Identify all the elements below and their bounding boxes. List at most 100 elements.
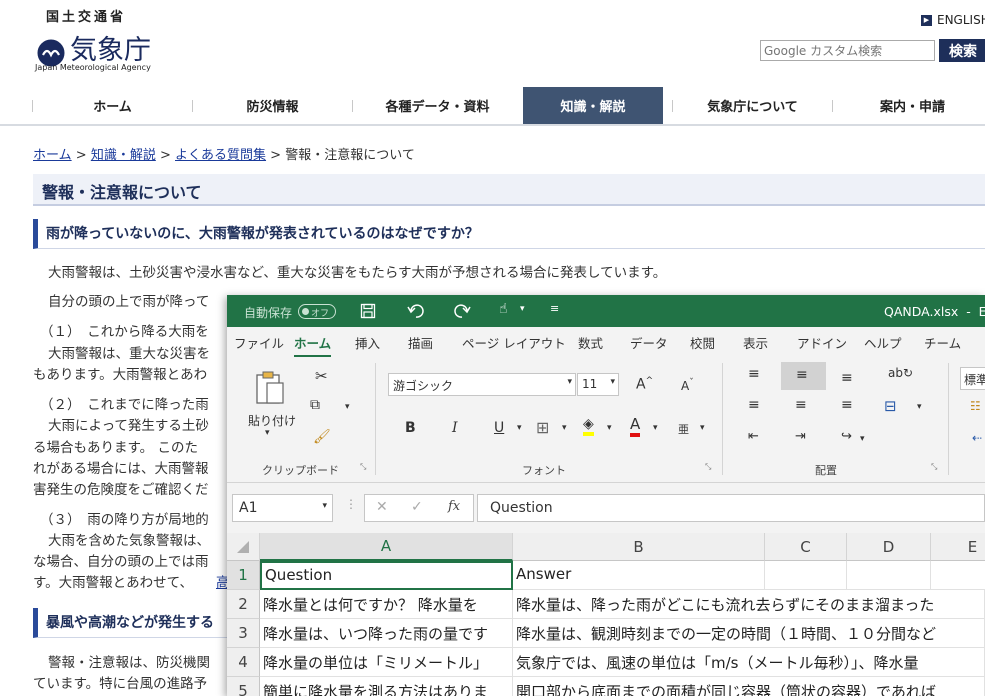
nav-home[interactable]: ホーム [33,87,192,124]
tab-file[interactable]: ファイル [234,333,284,352]
tab-page-layout[interactable]: ページ レイアウト [462,333,566,352]
redo-icon[interactable] [453,303,471,319]
column-header-e[interactable]: E [931,533,985,561]
orientation-icon[interactable]: ab↻ [888,366,913,380]
align-bottom-icon[interactable]: ≡ [841,370,853,386]
cell-d1[interactable] [847,561,931,590]
column-header-a[interactable]: A [260,533,513,561]
currency-icon[interactable]: ☷ [970,399,981,413]
cell-b4[interactable]: 気象庁では、風速の単位は「m/s（メートル毎秒）」、降水量 [513,648,985,677]
cell-a2[interactable]: 降水量とは何ですか？ 降水量を [260,590,513,619]
chevron-down-icon[interactable]: ▾ [917,402,922,412]
tab-insert[interactable]: 挿入 [355,333,380,352]
tab-view[interactable]: 表示 [743,333,768,352]
cell-c1[interactable] [765,561,847,590]
row-header[interactable]: 4 [227,648,260,677]
enter-icon[interactable]: ✓ [411,499,423,515]
save-icon[interactable] [360,303,376,319]
chevron-down-icon[interactable]: ▾ [345,402,350,412]
cut-icon[interactable]: ✂ [315,367,328,385]
chevron-down-icon[interactable]: ▾ [607,423,612,433]
borders-icon[interactable]: ⊞ [536,418,549,437]
chevron-down-icon[interactable]: ▾ [653,423,658,433]
increase-indent-icon[interactable]: ⇥ [795,429,806,444]
decrease-indent-icon[interactable]: ⇤ [748,429,759,444]
percent-icon[interactable]: ⇠ [972,431,982,445]
worksheet-grid[interactable]: A B C D E 1 Question Answer 2 降水量とは何ですか？… [227,533,985,696]
breadcrumb-faq[interactable]: よくある質問集 [175,148,266,163]
row-header[interactable]: 2 [227,590,260,619]
bold-button[interactable]: B [405,420,416,436]
tab-home[interactable]: ホーム [294,333,332,357]
search-button[interactable]: 検索 [939,39,985,62]
chevron-down-icon[interactable]: ▾ [517,423,522,433]
touch-mode-icon[interactable]: ☝ [499,301,508,317]
align-top-icon[interactable]: ≡ [748,366,760,382]
tab-formulas[interactable]: 数式 [578,333,603,352]
english-link[interactable]: ▶ ENGLISH [921,13,985,27]
name-box[interactable]: A1 ▾ [232,494,333,522]
cell-b2[interactable]: 降水量は、降った雨がどこにも流れ去らずにそのまま溜まった [513,590,985,619]
excel-title-bar[interactable]: 自動保存 オフ ☝ ▾ ≡ QANDA.xlsx - Ex [227,295,985,327]
row-header[interactable]: 5 [227,677,260,696]
phonetic-guide-icon[interactable]: 亜 [678,421,689,437]
column-header-c[interactable]: C [765,533,847,561]
formula-input[interactable]: Question [477,494,985,522]
paste-button[interactable] [252,369,288,407]
chevron-down-icon[interactable]: ▾ [520,304,525,314]
align-left-icon[interactable]: ≡ [748,397,760,413]
breadcrumb-knowledge[interactable]: 知識・解説 [91,148,156,163]
chevron-down-icon[interactable]: ▾ [860,434,865,444]
align-center-icon[interactable]: ≡ [795,397,807,413]
row-header[interactable]: 1 [227,561,260,590]
italic-button[interactable]: I [452,420,458,436]
excel-window[interactable]: 自動保存 オフ ☝ ▾ ≡ QANDA.xlsx - Ex ファイル ホーム 挿… [227,295,985,696]
cancel-icon[interactable]: ✕ [376,499,388,515]
tab-addins[interactable]: アドイン [797,333,847,352]
chevron-down-icon[interactable]: ▾ [562,423,567,433]
tab-help[interactable]: ヘルプ [864,333,902,352]
cell-e1[interactable] [931,561,985,590]
format-painter-icon[interactable]: 🖌 [313,429,331,445]
autosave-toggle[interactable]: オフ [298,304,336,319]
shrink-font-icon[interactable]: Aˇ [681,378,694,393]
cell-b5[interactable]: 開口部から底面までの面積が同じ容器（筒状の容器）であれば [513,677,985,696]
tab-team[interactable]: チーム [924,333,961,352]
cell-a5[interactable]: 簡単に降水量を測る方法はありま [260,677,513,696]
dialog-launcher-icon[interactable]: ⤡ [360,462,366,472]
row-header[interactable]: 3 [227,619,260,648]
customize-qat-icon[interactable]: ≡ [550,302,559,315]
tab-draw[interactable]: 描画 [408,333,433,352]
search-input[interactable] [760,40,935,61]
paste-options-icon[interactable]: ▾ [265,428,270,438]
cell-b3[interactable]: 降水量は、観測時刻までの一定の時間（１時間、１０分間など [513,619,985,648]
chevron-down-icon[interactable]: ▾ [700,423,705,433]
cell-a1[interactable]: Question [260,561,513,590]
underline-button[interactable]: U [494,420,504,436]
nav-data[interactable]: 各種データ・資料 [353,87,522,124]
cell-a3[interactable]: 降水量は、いつ降った雨の量です [260,619,513,648]
tab-data[interactable]: データ [630,333,668,352]
fill-color-icon[interactable]: ◈ [583,417,594,436]
merge-center-icon[interactable]: ⊟ [884,397,897,415]
number-format-select[interactable]: 標準 [960,367,985,390]
column-header-b[interactable]: B [513,533,765,561]
font-color-icon[interactable]: A [630,417,641,437]
undo-icon[interactable] [407,303,425,319]
font-size-select[interactable]: 11 ▾ [577,373,619,396]
dialog-launcher-icon[interactable]: ⤡ [931,462,937,472]
select-all-corner[interactable] [227,533,260,561]
wrap-text-icon[interactable]: ↪ [841,429,852,444]
align-right-icon[interactable]: ≡ [841,397,853,413]
nav-knowledge[interactable]: 知識・解説 [523,87,663,124]
column-header-d[interactable]: D [847,533,931,561]
copy-icon[interactable]: ⧉ [310,397,320,413]
breadcrumb-home[interactable]: ホーム [33,148,72,163]
align-middle-button[interactable]: ≡ [781,362,826,390]
grow-font-icon[interactable]: A^ [636,376,653,393]
nav-disaster-info[interactable]: 防災情報 [193,87,352,124]
site-logo[interactable]: 国土交通省 気象庁 Japan Meteorological Agency [34,6,184,76]
font-name-select[interactable]: 游ゴシック ▾ [388,373,576,396]
nav-about[interactable]: 気象庁について [673,87,832,124]
insert-function-icon[interactable]: fx [448,499,460,514]
